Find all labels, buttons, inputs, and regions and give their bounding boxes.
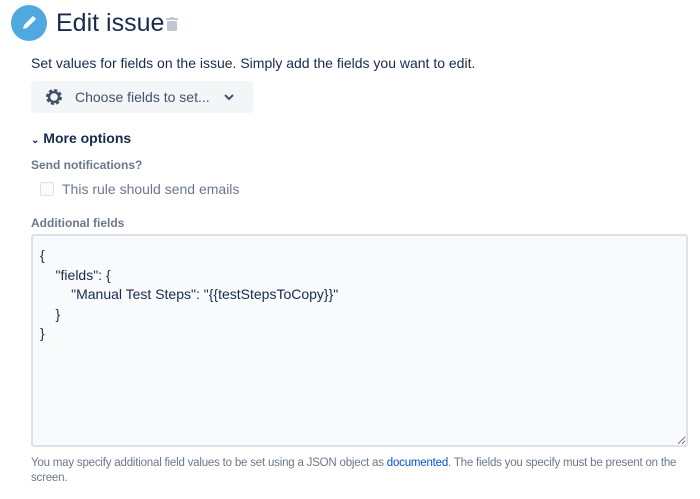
description: Set values for fields on the issue. Simp…: [31, 55, 476, 71]
choose-fields-label: Choose fields to set...: [75, 89, 210, 105]
send-emails-label[interactable]: This rule should send emails: [62, 181, 239, 197]
pencil-icon: [11, 5, 47, 41]
send-notifications-label: Send notifications?: [31, 158, 143, 172]
chevron-down-icon: ⌄: [31, 135, 40, 146]
more-options-toggle[interactable]: ⌄ More options: [31, 130, 131, 146]
chevron-down-icon: [224, 94, 234, 101]
help-text-before: You may specify additional field values …: [31, 457, 387, 469]
trash-icon[interactable]: [166, 17, 178, 31]
additional-fields-label: Additional fields: [31, 216, 125, 230]
additional-fields-input[interactable]: { "fields": { "Manual Test Steps": "{{te…: [31, 234, 688, 447]
page-title: Edit issue: [56, 9, 165, 37]
gear-icon: [46, 89, 62, 105]
documented-link[interactable]: documented: [387, 457, 448, 469]
choose-fields-button[interactable]: Choose fields to set...: [31, 81, 253, 113]
send-emails-checkbox[interactable]: [40, 182, 54, 196]
help-text: You may specify additional field values …: [31, 456, 691, 486]
more-options-label: More options: [43, 130, 132, 146]
